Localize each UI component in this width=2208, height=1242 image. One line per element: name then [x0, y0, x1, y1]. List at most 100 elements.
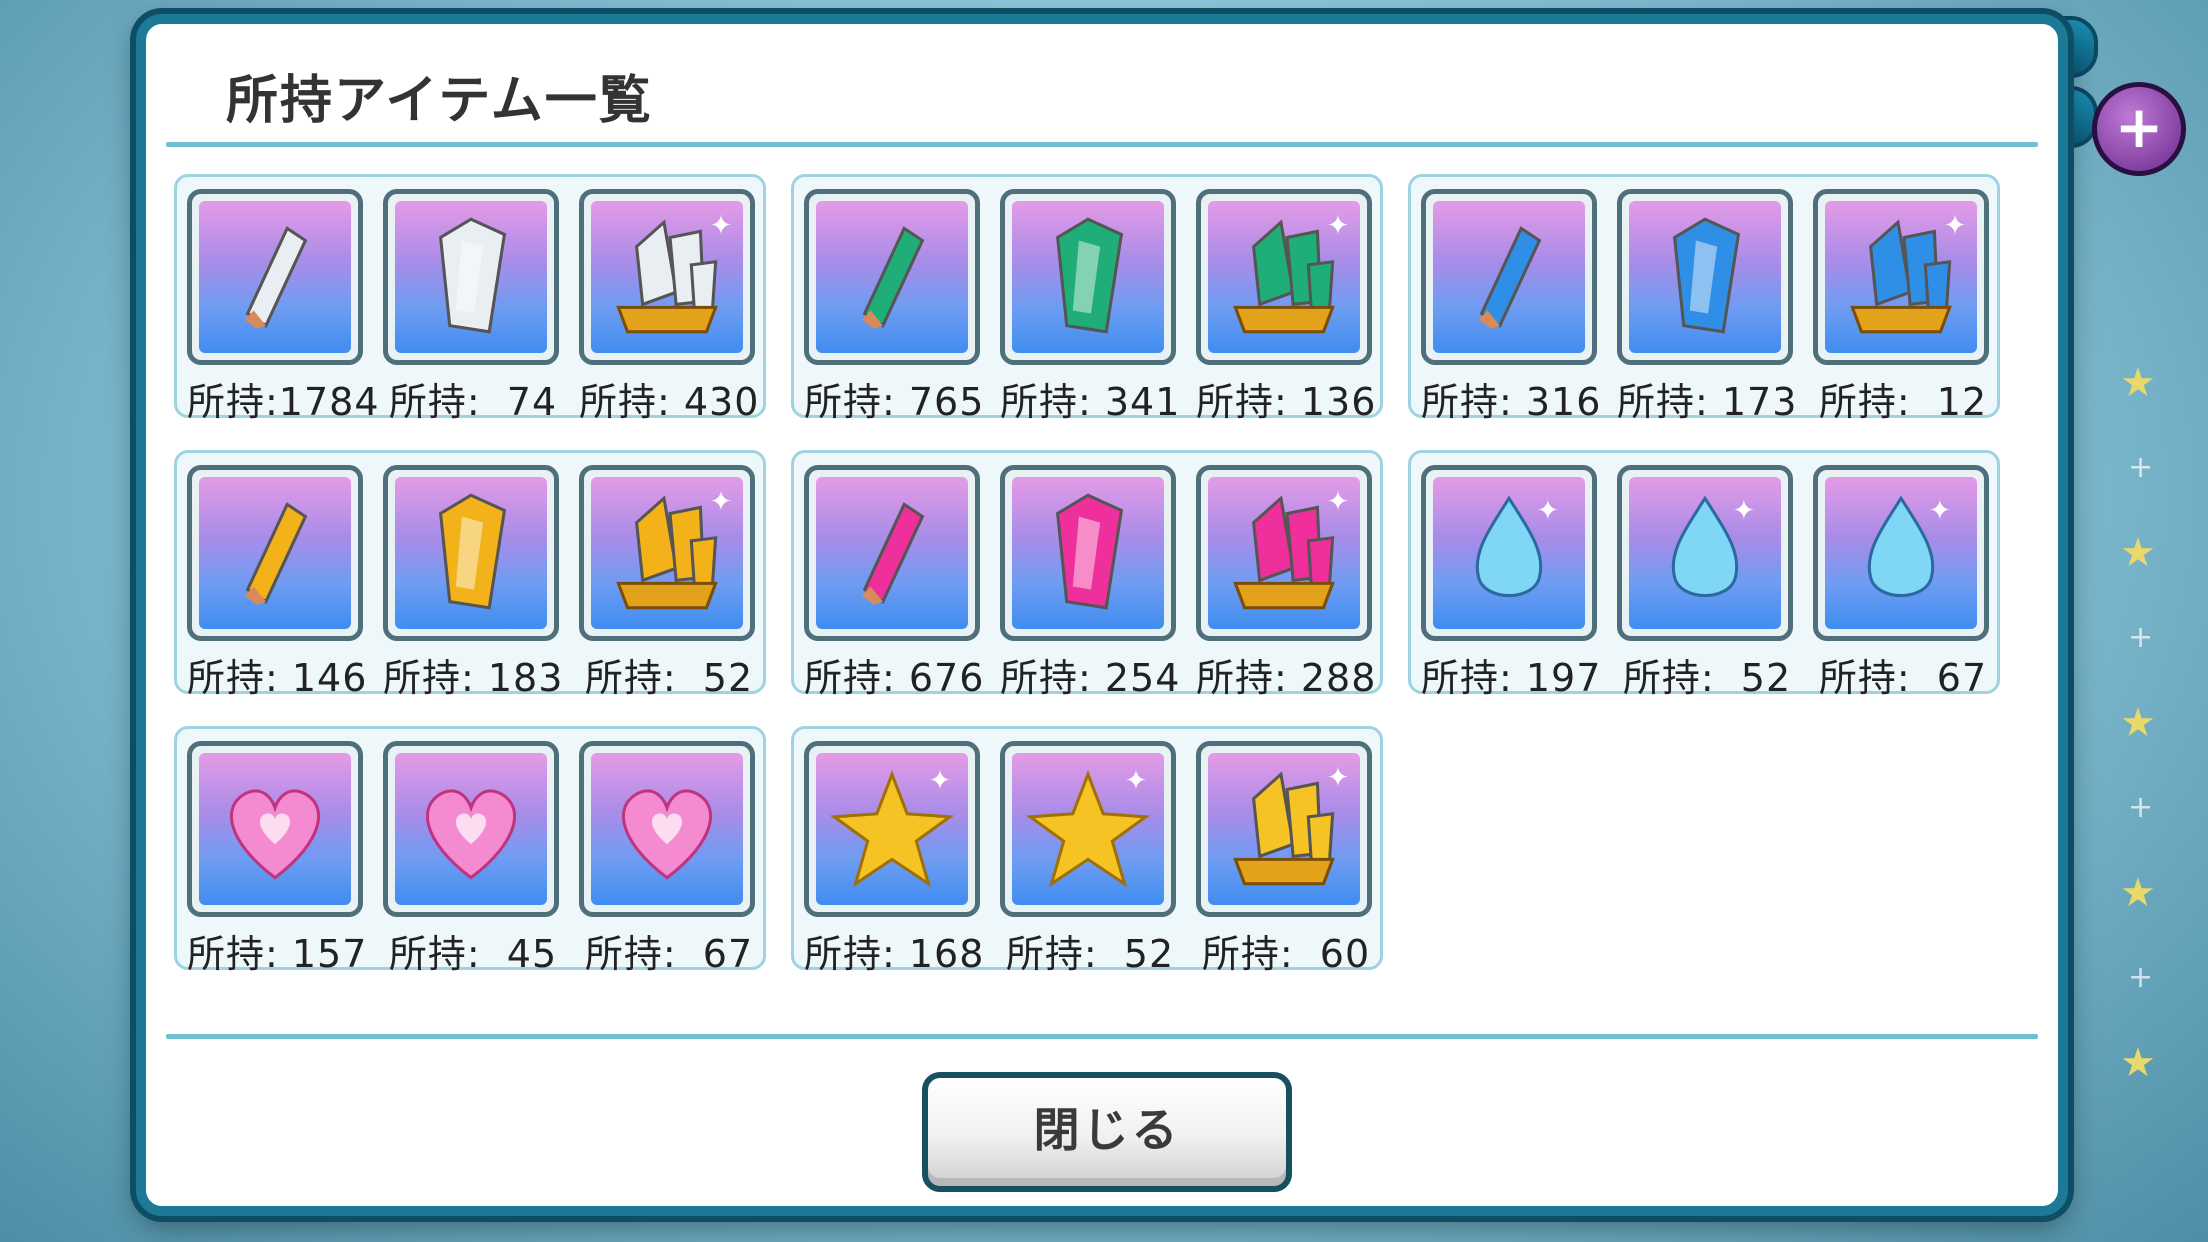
svg-text:✦: ✦	[928, 765, 951, 796]
star-cluster-icon: ✦	[1208, 753, 1360, 905]
item-slot[interactable]: ✦ 所持: 52	[1617, 465, 1797, 702]
item-count: 所持: 168	[804, 932, 985, 976]
sparkle-star-icon: ✦	[1012, 753, 1164, 905]
item-slot[interactable]: 所持: 341	[1000, 189, 1180, 426]
plus-icon: +	[2114, 93, 2164, 161]
item-slot[interactable]: ✦ 所持: 60	[1196, 741, 1376, 978]
item-slot[interactable]: ✦ 所持: 52	[1000, 741, 1180, 978]
background-star-icon: ★	[2120, 700, 2156, 746]
item-count: 所持: 173	[1617, 380, 1798, 424]
item-icon-frame	[383, 741, 559, 917]
item-count: 所持: 136	[1196, 380, 1377, 424]
item-slot[interactable]: 所持: 67	[579, 741, 759, 978]
winged-heart-icon	[591, 753, 743, 905]
item-icon-frame: ✦	[579, 189, 755, 365]
item-icon-frame: ✦	[1196, 189, 1372, 365]
item-slot[interactable]: ✦ 所持: 52	[579, 465, 759, 702]
item-count: 所持: 316	[1421, 380, 1602, 424]
item-slot[interactable]: ✦ 所持: 430	[579, 189, 759, 426]
background-star-icon: ★	[2120, 530, 2156, 576]
pink-shard-icon	[816, 477, 968, 629]
item-icon-frame	[187, 741, 363, 917]
item-slot[interactable]: ✦ 所持: 288	[1196, 465, 1376, 702]
item-count: 所持: 765	[804, 380, 985, 424]
item-count: 所持: 430	[579, 380, 760, 424]
item-count: 所持: 12	[1818, 380, 1988, 424]
item-slot[interactable]: 所持: 157	[187, 741, 367, 978]
item-group: 所持:1784 所持: 74 ✦ 所持: 430	[174, 174, 766, 424]
svg-text:✦: ✦	[710, 210, 733, 241]
white-shard-icon	[199, 201, 351, 353]
svg-text:✦: ✦	[1536, 496, 1559, 527]
item-slot[interactable]: 所持: 146	[187, 465, 367, 702]
background-plus-icon: +	[2128, 450, 2154, 485]
item-slot[interactable]: 所持: 316	[1421, 189, 1601, 426]
item-count: 所持:1784	[187, 380, 380, 424]
item-slot[interactable]: ✦ 所持: 67	[1813, 465, 1993, 702]
item-group: ✦ 所持: 168 ✦ 所持: 52 ✦ 所持: 60	[791, 726, 1383, 976]
item-group: ✦ 所持: 197 ✦ 所持: 52 ✦ 所持: 67	[1408, 450, 2000, 700]
svg-text:✦: ✦	[1327, 762, 1350, 793]
add-currency-button[interactable]: +	[2092, 82, 2186, 176]
item-slot[interactable]: ✦ 所持: 168	[804, 741, 984, 978]
item-slot[interactable]: 所持: 765	[804, 189, 984, 426]
item-icon-frame	[1000, 465, 1176, 641]
item-count: 所持: 197	[1421, 656, 1602, 700]
item-group: 所持: 765 所持: 341 ✦ 所持: 136	[791, 174, 1383, 424]
item-icon-frame: ✦	[579, 465, 755, 641]
yellow-crystal-icon	[395, 477, 547, 629]
item-icon-frame: ✦	[1196, 741, 1372, 917]
green-cluster-icon: ✦	[1208, 201, 1360, 353]
background-star-icon: ★	[2120, 870, 2156, 916]
svg-text:✦: ✦	[1944, 210, 1967, 241]
water-swirl-icon: ✦	[1629, 477, 1781, 629]
item-icon-frame	[187, 465, 363, 641]
item-slot[interactable]: 所持: 173	[1617, 189, 1797, 426]
item-slot[interactable]: 所持: 74	[383, 189, 563, 426]
background-star-icon: ★	[2120, 360, 2156, 406]
yellow-cluster-icon: ✦	[591, 477, 743, 629]
item-count: 所持: 157	[187, 932, 368, 976]
item-count: 所持: 60	[1201, 932, 1371, 976]
blue-shard-icon	[1433, 201, 1585, 353]
item-icon-frame: ✦	[1813, 465, 1989, 641]
item-count: 所持: 341	[1000, 380, 1181, 424]
item-slot[interactable]: ✦ 所持: 197	[1421, 465, 1601, 702]
item-slot[interactable]: 所持: 254	[1000, 465, 1180, 702]
item-icon-frame: ✦	[1196, 465, 1372, 641]
pink-crystal-icon	[1012, 477, 1164, 629]
star-drop-icon: ✦	[816, 753, 968, 905]
title-divider	[166, 142, 2038, 147]
item-count: 所持: 183	[383, 656, 564, 700]
item-count: 所持: 288	[1196, 656, 1377, 700]
svg-text:✦: ✦	[1732, 496, 1755, 527]
item-icon-frame	[579, 741, 755, 917]
item-group: 所持: 676 所持: 254 ✦ 所持: 288	[791, 450, 1383, 700]
svg-text:✦: ✦	[1124, 765, 1147, 796]
item-count: 所持: 74	[388, 380, 558, 424]
item-slot[interactable]: ✦ 所持: 12	[1813, 189, 1993, 426]
svg-text:✦: ✦	[1327, 210, 1350, 241]
background-plus-icon: +	[2128, 790, 2154, 825]
green-crystal-icon	[1012, 201, 1164, 353]
heart-drop-icon	[199, 753, 351, 905]
svg-text:✦: ✦	[1327, 486, 1350, 517]
pink-cluster-icon: ✦	[1208, 477, 1360, 629]
item-icon-frame: ✦	[1813, 189, 1989, 365]
item-group: 所持: 157 所持: 45 所持: 67	[174, 726, 766, 976]
item-icon-frame	[383, 465, 559, 641]
item-group: 所持: 316 所持: 173 ✦ 所持: 12	[1408, 174, 2000, 424]
green-shard-icon	[816, 201, 968, 353]
close-button[interactable]: 閉じる	[922, 1072, 1292, 1192]
item-slot[interactable]: 所持: 676	[804, 465, 984, 702]
item-count: 所持: 52	[1622, 656, 1792, 700]
item-slot[interactable]: 所持: 45	[383, 741, 563, 978]
item-slot[interactable]: ✦ 所持: 136	[1196, 189, 1376, 426]
background-star-icon: ★	[2120, 1040, 2156, 1086]
item-icon-frame: ✦	[1421, 465, 1597, 641]
item-slot[interactable]: 所持:1784	[187, 189, 380, 426]
item-icon-frame: ✦	[1617, 465, 1793, 641]
svg-text:✦: ✦	[1928, 496, 1951, 527]
item-list-dialog: 所持アイテム一覧 所持:1784 所持: 74 ✦ 所持: 430 所持: 765 所持:…	[136, 14, 2068, 1216]
item-slot[interactable]: 所持: 183	[383, 465, 563, 702]
